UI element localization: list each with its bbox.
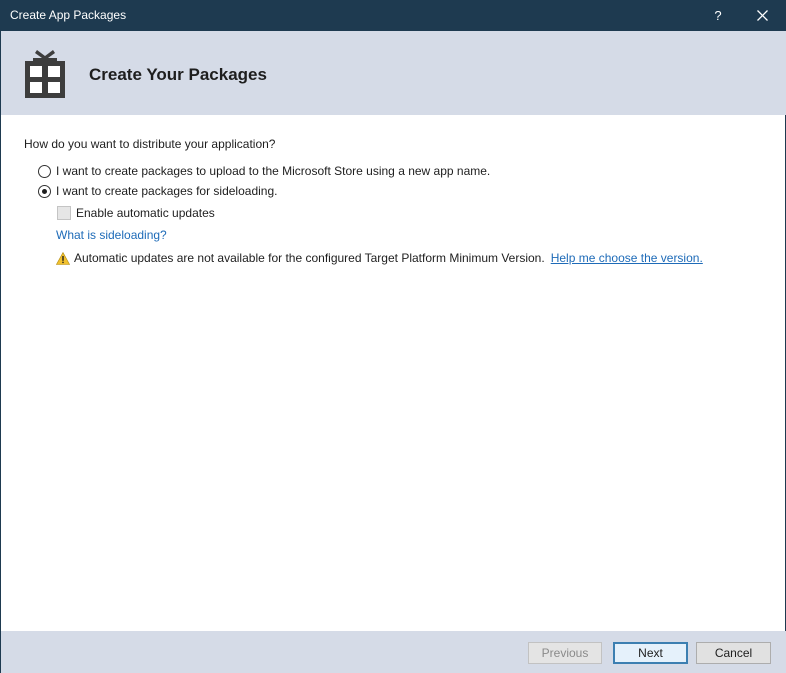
window-title: Create App Packages xyxy=(10,8,127,22)
previous-button[interactable]: Previous xyxy=(528,642,602,664)
sideloading-option-radio[interactable] xyxy=(38,184,51,198)
cancel-button[interactable]: Cancel xyxy=(696,642,771,664)
sideloading-option-label: I want to create packages for sideloadin… xyxy=(56,184,278,198)
distribution-question: How do you want to distribute your appli… xyxy=(24,137,276,151)
auto-update-option[interactable]: Enable automatic updates xyxy=(57,205,215,221)
warning-icon xyxy=(56,251,70,265)
button-bar: Previous Next Cancel xyxy=(1,631,786,673)
store-option-label: I want to create packages to upload to t… xyxy=(56,164,491,178)
store-option-radio[interactable] xyxy=(38,164,51,178)
warning-text: Automatic updates are not available for … xyxy=(74,251,545,265)
title-bar: Create App Packages ? xyxy=(1,1,786,31)
gift-box-icon xyxy=(25,50,65,98)
page-heading: Create Your Packages xyxy=(89,65,267,84)
what-is-sideloading-link[interactable]: What is sideloading? xyxy=(56,228,167,242)
auto-update-label: Enable automatic updates xyxy=(76,206,215,220)
help-button[interactable]: ? xyxy=(707,1,729,31)
close-button[interactable] xyxy=(749,1,777,31)
create-app-packages-dialog: Create App Packages ? Create Your Packag… xyxy=(0,0,786,673)
next-button[interactable]: Next xyxy=(613,642,688,664)
main-content: How do you want to distribute your appli… xyxy=(1,115,786,631)
version-warning: Automatic updates are not available for … xyxy=(56,250,703,266)
sideloading-option[interactable]: I want to create packages for sideloadin… xyxy=(38,183,277,199)
help-choose-version-link[interactable]: Help me choose the version. xyxy=(551,251,703,265)
store-option[interactable]: I want to create packages to upload to t… xyxy=(38,163,490,179)
close-icon xyxy=(757,10,768,21)
header-banner: Create Your Packages xyxy=(1,31,786,115)
auto-update-checkbox[interactable] xyxy=(57,206,71,220)
